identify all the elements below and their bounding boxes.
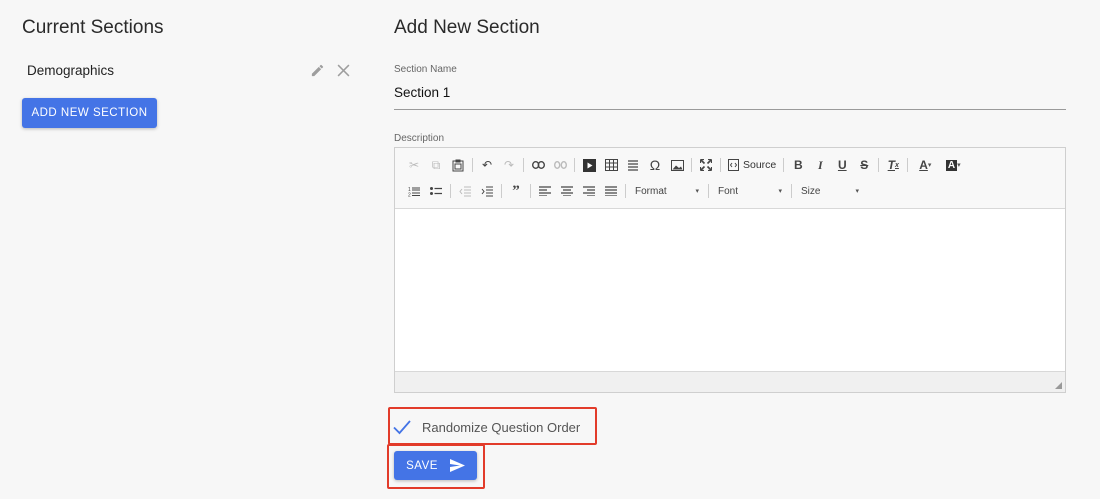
resize-handle-icon[interactable] xyxy=(1055,382,1062,389)
toolbar-separator xyxy=(720,158,721,172)
size-dropdown[interactable]: Size ▾ xyxy=(795,186,865,197)
underline-icon[interactable]: U xyxy=(831,155,853,175)
rich-text-editor: ✂ ⧉ ↶ ↷ Ω Source B I U S T x A ▾ A ▾ 1 2… xyxy=(394,147,1066,393)
toolbar-separator xyxy=(501,184,502,198)
add-section-title: Add New Section xyxy=(394,17,540,38)
chevron-down-icon: ▾ xyxy=(855,188,859,195)
toolbar-separator xyxy=(878,158,880,172)
editor-toolbar: ✂ ⧉ ↶ ↷ Ω Source B I U S T x A ▾ A ▾ 1 2… xyxy=(395,148,1065,209)
align-center-icon[interactable] xyxy=(556,181,578,201)
video-icon[interactable] xyxy=(578,155,600,175)
toolbar-separator xyxy=(791,184,792,198)
cut-icon[interactable]: ✂ xyxy=(403,155,425,175)
toolbar-separator xyxy=(574,158,575,172)
svg-text:2: 2 xyxy=(408,192,411,197)
description-label: Description xyxy=(394,133,445,144)
toolbar-separator xyxy=(625,184,626,198)
unlink-icon[interactable] xyxy=(549,155,571,175)
align-justify-icon[interactable] xyxy=(600,181,622,201)
save-button-label: SAVE xyxy=(406,459,438,472)
size-dropdown-label: Size xyxy=(801,185,821,197)
chevron-down-icon: ▾ xyxy=(695,188,699,195)
horizontal-line-icon[interactable] xyxy=(622,155,644,175)
edit-icon[interactable] xyxy=(310,63,325,83)
decrease-indent-icon[interactable] xyxy=(454,181,476,201)
font-dropdown[interactable]: Font ▾ xyxy=(712,186,788,197)
toolbar-separator xyxy=(691,158,692,172)
bulleted-list-icon[interactable] xyxy=(425,181,447,201)
numbered-list-icon[interactable]: 12 xyxy=(403,181,425,201)
source-button[interactable]: Source xyxy=(724,159,780,171)
section-item: Demographics xyxy=(27,62,350,80)
increase-indent-icon[interactable] xyxy=(476,181,498,201)
paste-icon[interactable] xyxy=(447,155,469,175)
toolbar-separator xyxy=(523,158,524,172)
toolbar-separator xyxy=(708,184,709,198)
toolbar-separator xyxy=(450,184,451,198)
toolbar-separator xyxy=(907,158,909,172)
remove-format-icon[interactable]: Tx xyxy=(882,155,904,175)
randomize-question-order-checkbox[interactable]: Randomize Question Order xyxy=(392,419,580,435)
section-name-label: Section Name xyxy=(394,64,457,75)
toolbar-separator xyxy=(530,184,531,198)
strikethrough-icon[interactable]: S xyxy=(853,155,875,175)
copy-icon[interactable]: ⧉ xyxy=(425,155,447,175)
save-button[interactable]: SAVE xyxy=(394,451,477,480)
section-name-input[interactable]: Section 1 xyxy=(394,85,450,100)
format-dropdown-label: Format xyxy=(635,185,667,197)
text-color-icon[interactable]: A ▾ xyxy=(911,155,939,175)
link-icon[interactable] xyxy=(527,155,549,175)
toolbar-separator xyxy=(472,158,473,172)
format-dropdown[interactable]: Format ▾ xyxy=(629,186,705,197)
source-label: Source xyxy=(743,159,777,171)
table-icon[interactable] xyxy=(600,155,622,175)
background-color-icon[interactable]: A ▾ xyxy=(939,155,967,175)
toolbar-separator xyxy=(783,158,785,172)
section-item-name: Demographics xyxy=(27,63,115,78)
redo-icon[interactable]: ↷ xyxy=(498,155,520,175)
section-name-underline xyxy=(394,109,1066,110)
italic-icon[interactable]: I xyxy=(809,155,831,175)
undo-icon[interactable]: ↶ xyxy=(476,155,498,175)
delete-icon[interactable] xyxy=(337,64,350,82)
image-icon[interactable] xyxy=(666,155,688,175)
blockquote-icon[interactable]: ” xyxy=(505,181,527,201)
special-character-icon[interactable]: Ω xyxy=(644,155,666,175)
align-right-icon[interactable] xyxy=(578,181,600,201)
checkmark-icon xyxy=(393,420,411,435)
bold-icon[interactable]: B xyxy=(787,155,809,175)
chevron-down-icon: ▾ xyxy=(778,188,782,195)
editor-statusbar xyxy=(395,372,1065,392)
randomize-question-order-label: Randomize Question Order xyxy=(422,419,581,435)
maximize-icon[interactable] xyxy=(695,155,717,175)
send-icon xyxy=(449,459,465,472)
source-icon xyxy=(728,159,739,171)
description-editor-area[interactable] xyxy=(395,209,1065,372)
add-new-section-button[interactable]: ADD NEW SECTION xyxy=(22,98,157,128)
font-dropdown-label: Font xyxy=(718,185,739,197)
current-sections-title: Current Sections xyxy=(22,17,164,38)
align-left-icon[interactable] xyxy=(534,181,556,201)
